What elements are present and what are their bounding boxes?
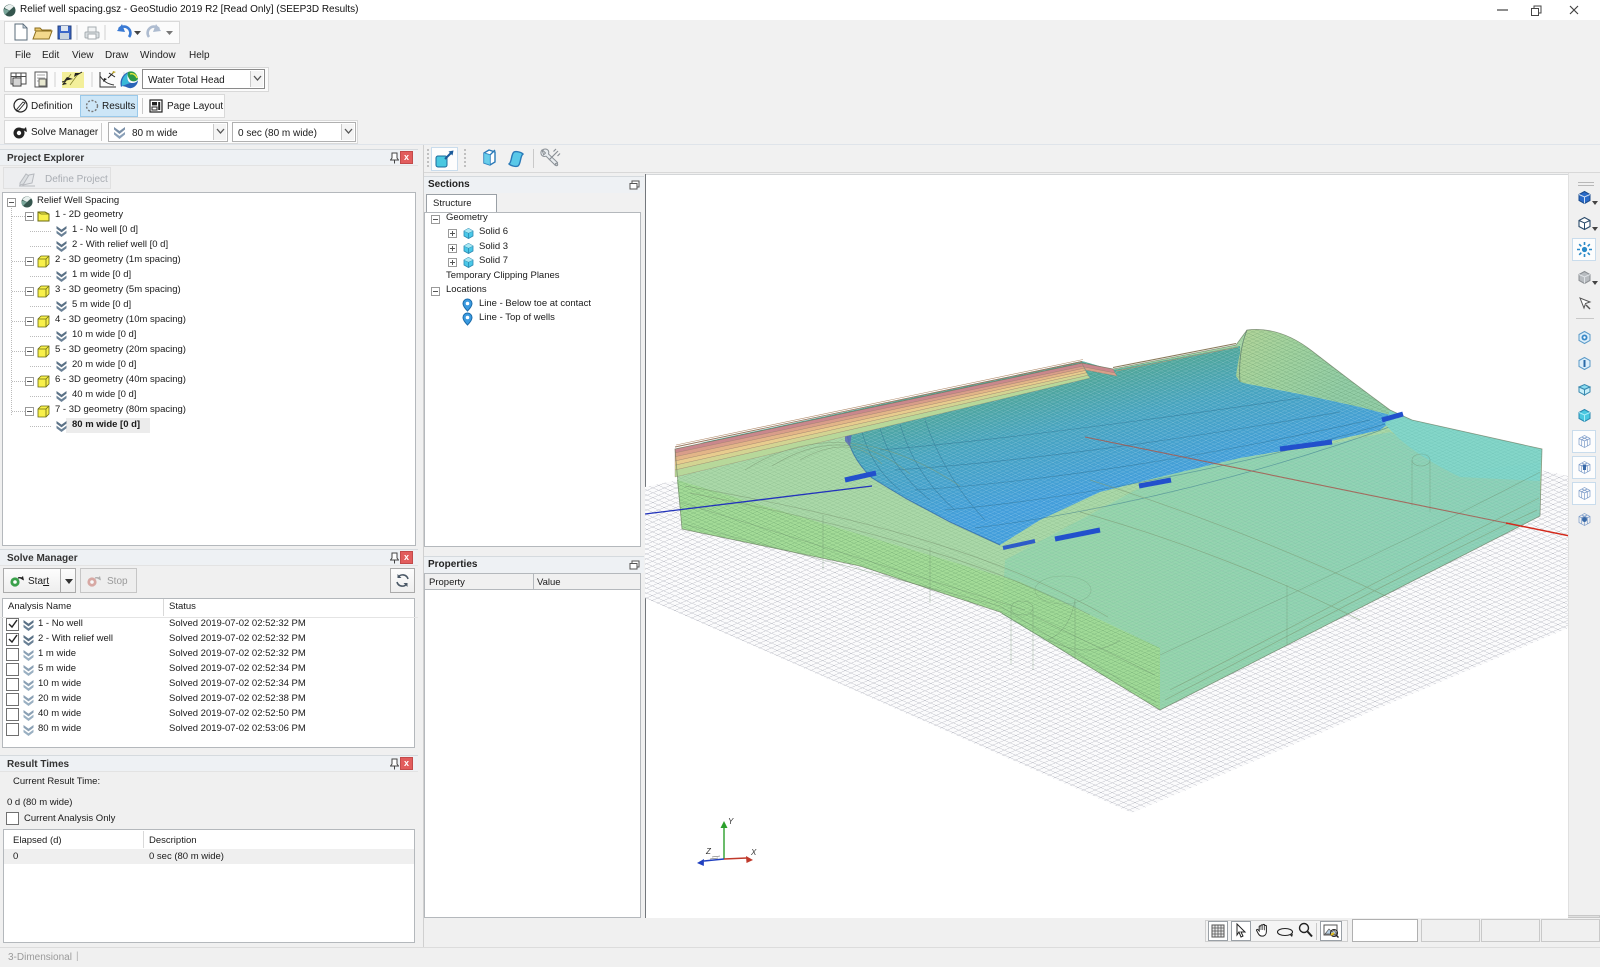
svg-text:Y: Y: [728, 817, 734, 826]
svg-text:X: X: [750, 848, 757, 857]
